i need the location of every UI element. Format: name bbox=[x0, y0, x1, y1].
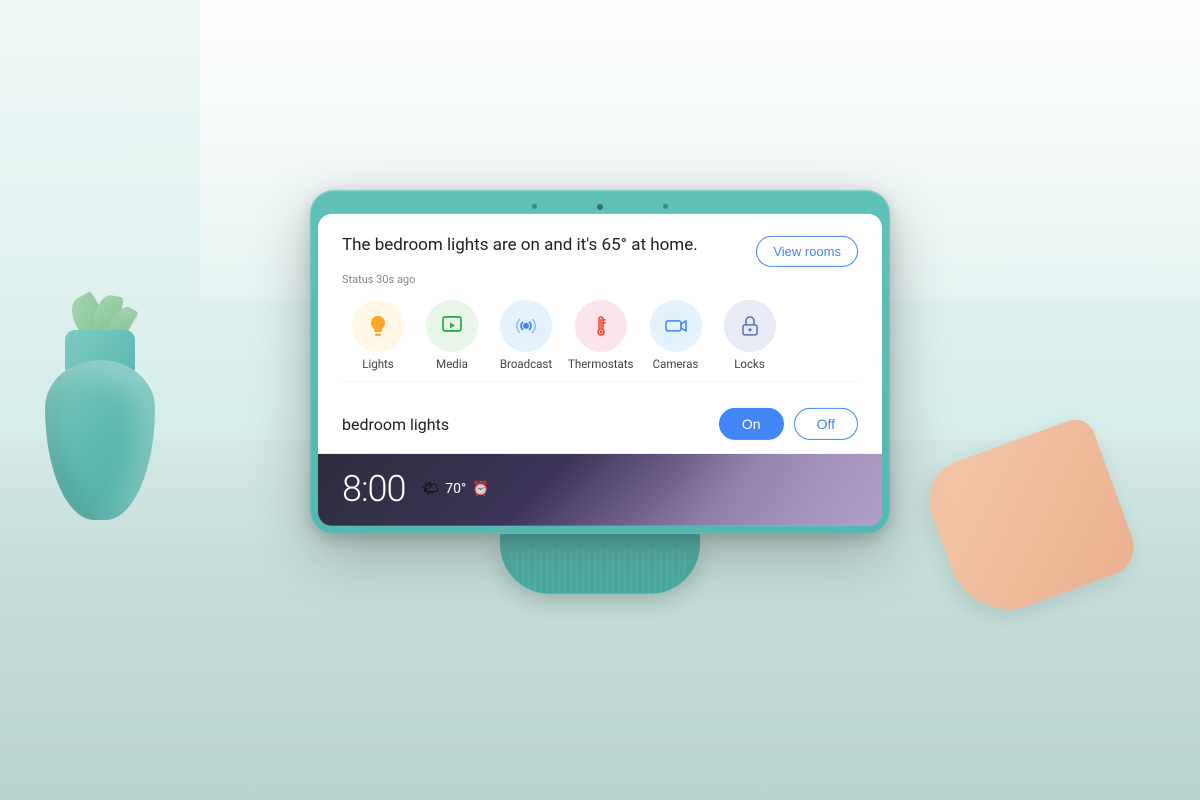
media-label: Media bbox=[436, 357, 468, 371]
vase-body bbox=[45, 360, 155, 520]
screen-divider bbox=[342, 381, 858, 382]
action-lights[interactable]: Lights bbox=[346, 300, 410, 371]
action-thermostats[interactable]: Thermostats bbox=[568, 300, 634, 371]
broadcast-icon bbox=[514, 314, 538, 338]
camera-main bbox=[597, 204, 603, 210]
locks-icon-circle bbox=[724, 300, 776, 352]
status-timestamp: Status 30s ago bbox=[342, 273, 858, 286]
action-media[interactable]: Media bbox=[420, 300, 484, 371]
camera-bar bbox=[318, 198, 882, 214]
lights-icon-circle bbox=[352, 300, 404, 352]
locks-label: Locks bbox=[734, 357, 765, 371]
clock-display: 8:00 bbox=[342, 468, 405, 510]
sun-icon: 🌤 bbox=[421, 481, 439, 497]
lights-label: Lights bbox=[362, 357, 393, 371]
broadcast-icon-circle bbox=[500, 300, 552, 352]
ambient-overlay bbox=[682, 454, 882, 526]
alarm-icon: ⏰ bbox=[472, 481, 489, 497]
lights-control-row: bedroom lights On Off bbox=[318, 394, 882, 454]
screen-top-area: The bedroom lights are on and it's 65° a… bbox=[318, 214, 882, 394]
media-icon-circle bbox=[426, 300, 478, 352]
ambient-section: 8:00 🌤 70° ⏰ bbox=[318, 454, 882, 526]
view-rooms-button[interactable]: View rooms bbox=[756, 236, 858, 267]
play-icon bbox=[440, 314, 464, 338]
device-body: The bedroom lights are on and it's 65° a… bbox=[310, 190, 890, 534]
camera-dot-right bbox=[663, 204, 668, 209]
cameras-icon-circle bbox=[650, 300, 702, 352]
action-broadcast[interactable]: Broadcast bbox=[494, 300, 558, 371]
lights-room-label: bedroom lights bbox=[342, 414, 449, 433]
google-home-hub: The bedroom lights are on and it's 65° a… bbox=[310, 190, 890, 594]
thermometer-icon bbox=[589, 314, 613, 338]
bulb-icon bbox=[366, 314, 390, 338]
temperature-display: 70° bbox=[445, 481, 466, 497]
broadcast-label: Broadcast bbox=[500, 357, 552, 371]
weather-info: 🌤 70° ⏰ bbox=[421, 481, 489, 497]
lock-icon bbox=[738, 314, 762, 338]
lights-off-button[interactable]: Off bbox=[794, 408, 858, 440]
screen-header: The bedroom lights are on and it's 65° a… bbox=[342, 234, 858, 267]
lights-toggle-group: On Off bbox=[719, 408, 858, 440]
thermostats-icon-circle bbox=[575, 300, 627, 352]
device-screen: The bedroom lights are on and it's 65° a… bbox=[318, 214, 882, 526]
thermostats-label: Thermostats bbox=[568, 357, 634, 371]
stand-fabric bbox=[510, 549, 690, 594]
camera-icon bbox=[664, 314, 688, 338]
action-locks[interactable]: Locks bbox=[718, 300, 782, 371]
action-cameras[interactable]: Cameras bbox=[644, 300, 708, 371]
device-stand bbox=[500, 534, 700, 594]
camera-dot-left bbox=[532, 204, 537, 209]
hand bbox=[920, 420, 1120, 600]
hand-shape bbox=[918, 414, 1142, 626]
status-message: The bedroom lights are on and it's 65° a… bbox=[342, 234, 698, 258]
quick-actions-row: Lights Media bbox=[342, 300, 858, 371]
lights-on-button[interactable]: On bbox=[719, 408, 784, 440]
cameras-label: Cameras bbox=[653, 357, 699, 371]
vase-decoration bbox=[30, 320, 170, 520]
